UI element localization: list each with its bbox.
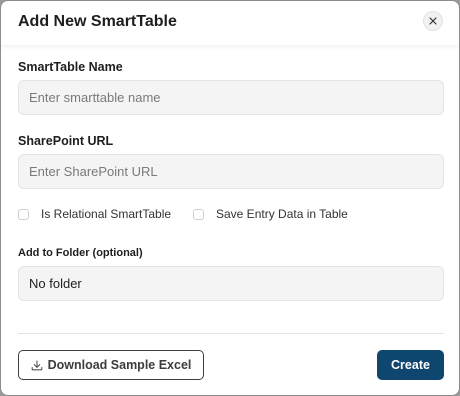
add-smarttable-dialog: Add New SmartTable SmartTable Name Share…: [0, 0, 460, 396]
download-sample-label: Download Sample Excel: [47, 358, 192, 372]
dialog-title: Add New SmartTable: [18, 13, 177, 30]
relational-checkbox[interactable]: [18, 208, 29, 220]
relational-option: Is Relational SmartTable: [18, 207, 171, 221]
sharepoint-url-input[interactable]: [18, 154, 444, 189]
folder-selected-value: No folder: [29, 276, 82, 291]
close-icon: [429, 17, 437, 25]
download-sample-button[interactable]: Download Sample Excel: [18, 350, 204, 380]
save-entry-option: Save Entry Data in Table: [193, 207, 348, 221]
sharepoint-url-label: SharePoint URL: [18, 134, 114, 148]
relational-label: Is Relational SmartTable: [41, 207, 172, 221]
close-button[interactable]: [423, 11, 443, 31]
create-button[interactable]: Create: [377, 350, 444, 380]
footer-divider: [18, 333, 444, 334]
folder-label: Add to Folder (optional): [18, 247, 143, 259]
save-entry-checkbox[interactable]: [193, 208, 204, 220]
smarttable-name-label: SmartTable Name: [18, 60, 123, 74]
dialog-header: Add New SmartTable: [1, 1, 459, 45]
save-entry-label: Save Entry Data in Table: [216, 207, 348, 221]
download-icon: [31, 359, 43, 371]
smarttable-name-input[interactable]: [18, 80, 444, 115]
folder-select[interactable]: No folder: [18, 266, 444, 301]
